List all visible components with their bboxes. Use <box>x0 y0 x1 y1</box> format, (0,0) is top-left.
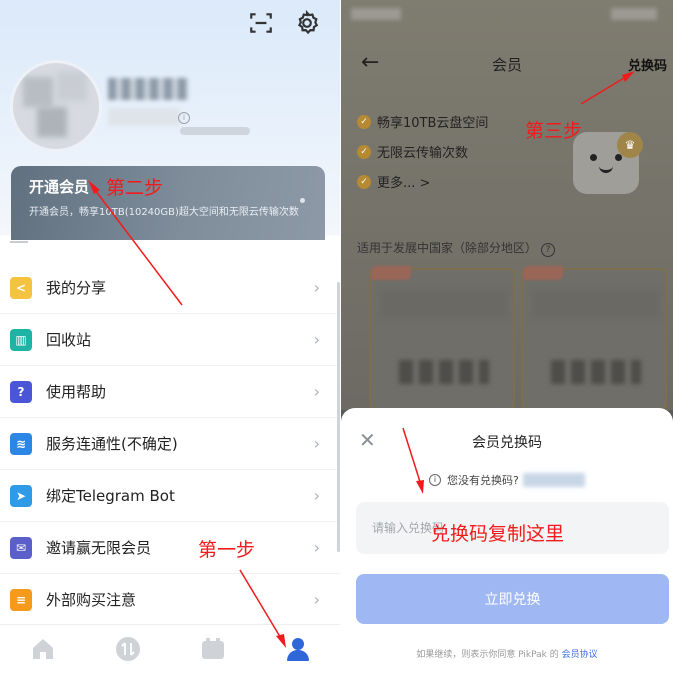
menu-item-label: 回收站 <box>46 331 92 349</box>
annotation-step-1: 第一步 <box>198 539 256 561</box>
transfer-icon[interactable] <box>115 636 141 662</box>
page-title: 会员 <box>491 56 522 74</box>
menu-item-invite[interactable]: ✉ 邀请赢无限会员 › <box>0 522 340 574</box>
redeem-now-button[interactable]: 立即兑换 <box>356 574 669 624</box>
menu-item-recycle-bin[interactable]: ▥ 回收站 › <box>0 314 340 366</box>
membership-screen: ← 会员 兑换码 ✓ 畅享10TB云盘空间 ✓ 无限云传输次数 ✓ 更多... … <box>341 0 673 673</box>
user-id-redacted <box>108 108 180 126</box>
perk-label: 无限云传输次数 <box>377 146 469 161</box>
perk-transfers: ✓ 无限云传输次数 <box>357 142 468 161</box>
menu-item-my-shares[interactable]: < 我的分享 › <box>0 262 340 314</box>
mail-icon: ✉ <box>10 536 32 559</box>
plan-card[interactable] <box>521 266 667 410</box>
info-icon: i <box>429 474 441 486</box>
chevron-right-icon: › <box>313 486 320 505</box>
profile-menu: < 我的分享 › ▥ 回收站 › ? 使用帮助 › ≋ 服务连通性(不确定) ›… <box>0 262 340 626</box>
menu-item-connectivity[interactable]: ≋ 服务连通性(不确定) › <box>0 418 340 470</box>
chevron-right-icon: › <box>313 382 320 401</box>
menu-item-label: 服务连通性(不确定) <box>46 435 178 453</box>
question-icon[interactable]: ? <box>541 243 556 257</box>
message-icon: ≡ <box>10 588 32 611</box>
menu-item-label: 外部购买注意 <box>46 591 137 609</box>
perk-label: 畅享10TB云盘空间 <box>377 116 489 131</box>
chevron-right-icon: › <box>313 538 320 557</box>
redeem-code-link[interactable]: 兑换码 <box>628 55 667 74</box>
annotation-step-2: 第二步 <box>106 177 164 199</box>
telegram-icon: ➤ <box>10 484 32 507</box>
check-icon: ✓ <box>357 114 371 129</box>
check-icon: ✓ <box>357 174 371 189</box>
menu-item-label: 使用帮助 <box>46 383 107 401</box>
menu-item-label: 我的分享 <box>46 279 107 297</box>
storage-bar-redacted <box>180 127 250 135</box>
membership-agreement-link[interactable]: 会员协议 <box>562 650 598 660</box>
annotation-paste-here: 兑换码复制这里 <box>431 523 565 545</box>
membership-overlay-bg: ← 会员 兑换码 ✓ 畅享10TB云盘空间 ✓ 无限云传输次数 ✓ 更多... … <box>341 0 673 410</box>
wifi-icon: ≋ <box>10 432 32 455</box>
check-icon: ✓ <box>357 144 371 159</box>
plan-card[interactable] <box>369 266 515 410</box>
menu-item-telegram-bot[interactable]: ➤ 绑定Telegram Bot › <box>0 470 340 522</box>
bottom-nav <box>0 624 340 673</box>
annotation-step-3: 第三步 <box>525 120 583 142</box>
status-bar-redacted <box>351 8 401 20</box>
help-icon: ? <box>10 380 32 403</box>
trash-icon: ▥ <box>10 328 32 351</box>
region-label: 适用于发展中国家（除部分地区） <box>357 241 538 255</box>
avatar[interactable] <box>10 60 102 152</box>
perk-more[interactable]: ✓ 更多... > <box>357 172 430 191</box>
redacted-link <box>522 473 585 487</box>
files-icon[interactable] <box>200 636 226 662</box>
vip-card-dot <box>300 198 305 203</box>
menu-item-external-purchase[interactable]: ≡ 外部购买注意 › <box>0 574 340 626</box>
crown-icon: ♛ <box>617 132 643 158</box>
perk-label: 更多... > <box>377 176 431 191</box>
region-note: 适用于发展中国家（除部分地区）? <box>357 239 556 257</box>
username-redacted <box>108 78 188 100</box>
vip-card-description: 开通会员，畅享10TB(10240GB)超大空间和无限云传输次数 <box>29 207 299 218</box>
no-code-hint[interactable]: i 您没有兑换码? <box>429 472 585 488</box>
perk-storage: ✓ 畅享10TB云盘空间 <box>357 112 488 131</box>
info-icon[interactable]: i <box>178 112 190 124</box>
chevron-right-icon: › <box>313 330 320 349</box>
sheet-title: 会员兑换码 <box>472 435 542 451</box>
vip-card-title: 开通会员 <box>29 178 90 196</box>
chevron-right-icon: › <box>313 278 320 297</box>
scrollbar[interactable] <box>337 282 340 552</box>
menu-item-label: 绑定Telegram Bot <box>46 487 175 505</box>
menu-item-help[interactable]: ? 使用帮助 › <box>0 366 340 418</box>
profile-toolbar <box>248 10 320 36</box>
home-icon[interactable] <box>30 636 56 662</box>
settings-gear-icon[interactable] <box>294 10 320 36</box>
chevron-right-icon: › <box>313 434 320 453</box>
scan-icon[interactable] <box>248 10 274 36</box>
profile-screen: i 开通会员 开通会员，畅享10TB(10240GB)超大空间和无限云传输次数 … <box>0 0 340 673</box>
agreement-prefix: 如果继续，则表示你同意 PikPak 的 <box>416 650 559 660</box>
vip-upgrade-card[interactable]: 开通会员 开通会员，畅享10TB(10240GB)超大空间和无限云传输次数 <box>11 166 325 240</box>
share-icon: < <box>10 276 32 299</box>
no-code-label: 您没有兑换码? <box>447 474 519 487</box>
divider <box>10 241 28 243</box>
chevron-right-icon: › <box>313 590 320 609</box>
menu-item-label: 邀请赢无限会员 <box>46 539 152 557</box>
agreement-text: 如果继续，则表示你同意 PikPak 的 会员协议 <box>341 647 673 660</box>
status-bar-redacted <box>611 8 657 20</box>
user-profile-icon[interactable] <box>285 636 311 662</box>
